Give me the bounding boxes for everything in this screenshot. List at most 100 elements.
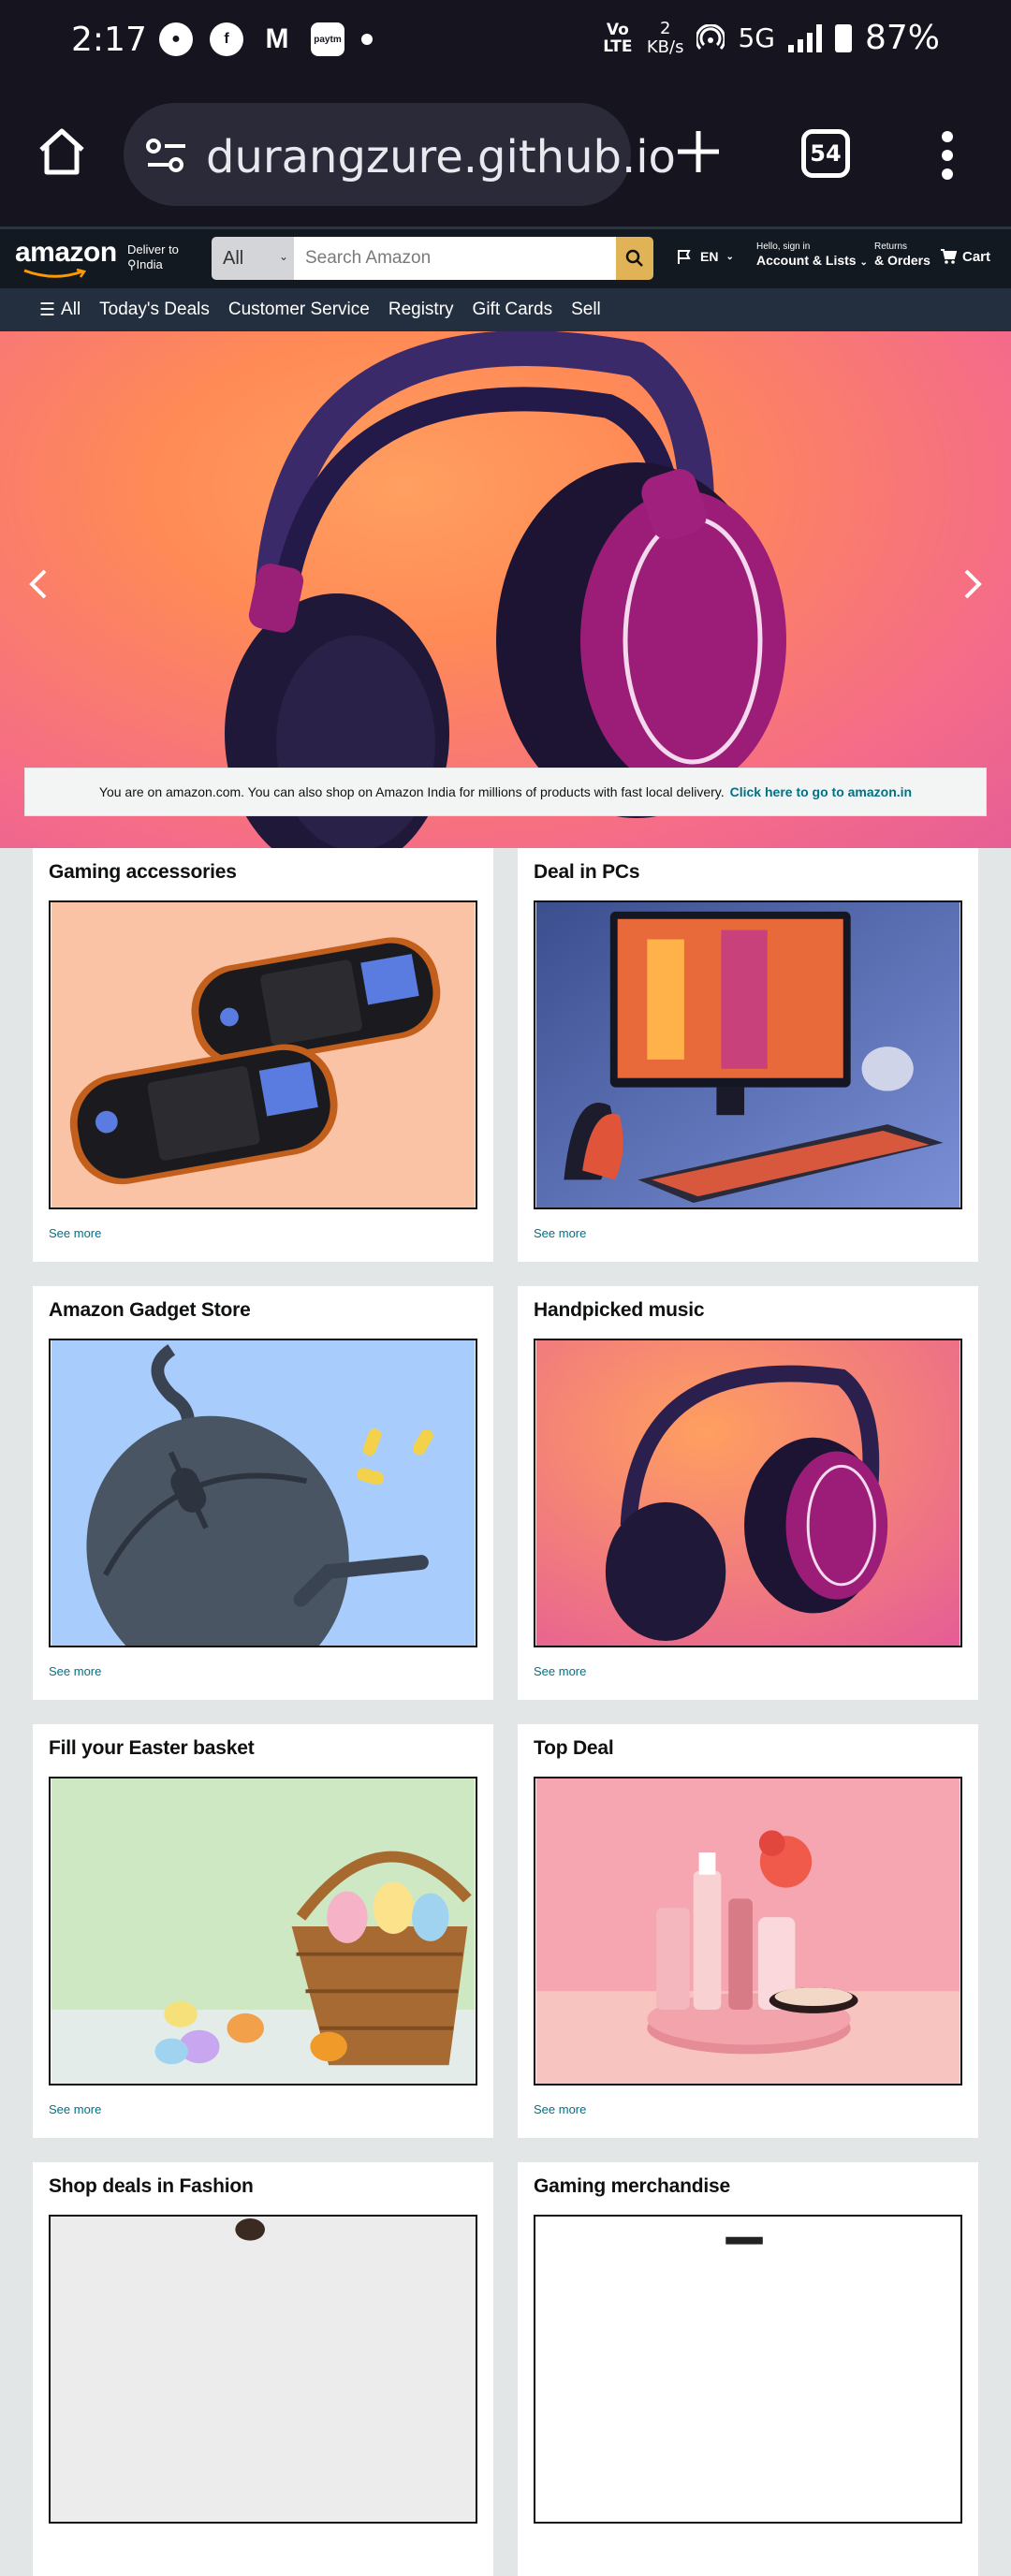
card-title: Top Deal: [534, 1737, 614, 1759]
region-notice: You are on amazon.com. You can also shop…: [24, 768, 987, 816]
card-title: Deal in PCs: [534, 861, 640, 883]
search-button[interactable]: [616, 237, 653, 280]
cart-icon: [941, 249, 957, 264]
notification-icons: ● f M paytm: [159, 22, 373, 56]
go-to-amazon-in-link[interactable]: Click here to go to amazon.in: [730, 784, 912, 799]
status-bar: 2:17 ● f M paytm Vo LTE 2 KB/s 5G 87%: [0, 0, 1011, 84]
easter-basket-image: [51, 1778, 476, 2084]
card-image[interactable]: [534, 1777, 962, 2086]
orders-label: & Orders: [874, 253, 930, 268]
location-pin-icon: ⚲: [127, 257, 137, 271]
amazon-subnav: ☰ All Today's Deals Customer Service Reg…: [0, 288, 1011, 331]
network-speed: 2 KB/s: [646, 18, 684, 57]
card-image[interactable]: [534, 1339, 962, 1647]
card-shop-deals-fashion: Shop deals in Fashion: [33, 2162, 493, 2576]
see-more-link[interactable]: See more: [49, 1226, 101, 1240]
see-more-link[interactable]: See more: [534, 1226, 586, 1240]
amazon-smile-icon: [23, 269, 87, 278]
more-menu-icon[interactable]: [938, 131, 957, 180]
returns-label: Returns: [874, 242, 908, 252]
subnav-customer-service[interactable]: Customer Service: [228, 300, 370, 320]
hotspot-icon: [696, 23, 725, 50]
card-gaming-accessories: Gaming accessories See more: [33, 848, 493, 1262]
search-input[interactable]: [294, 237, 616, 280]
card-handpicked-music: Handpicked music See more: [518, 1286, 978, 1700]
card-image[interactable]: [49, 900, 477, 1209]
site-settings-icon[interactable]: [144, 133, 189, 178]
account-greeting: Hello, sign in: [756, 242, 811, 252]
cart-button[interactable]: Cart: [940, 248, 990, 265]
all-label: All: [61, 300, 81, 319]
amazon-logo[interactable]: amazon: [15, 237, 117, 269]
new-tab-icon[interactable]: [672, 125, 725, 178]
see-more-link[interactable]: See more: [534, 1664, 586, 1678]
network-type: 5G: [738, 22, 775, 53]
card-amazon-gadget-store: Amazon Gadget Store See more: [33, 1286, 493, 1700]
speed-unit: KB/s: [646, 37, 684, 57]
status-time: 2:17: [71, 21, 147, 59]
card-title: Gaming merchandise: [534, 2175, 730, 2197]
system-icons: Vo LTE 2 KB/s 5G 87%: [602, 19, 940, 57]
card-gaming-merchandise: Gaming merchandise: [518, 2162, 978, 2576]
amazon-header: amazon Deliver to ⚲India All ⌄ EN ⌄ Hell…: [0, 227, 1011, 288]
all-menu-button[interactable]: ☰ All: [39, 300, 81, 321]
card-top-deal: Top Deal See more: [518, 1724, 978, 2138]
subnav-gift-cards[interactable]: Gift Cards: [473, 300, 553, 320]
card-title: Handpicked music: [534, 1299, 705, 1321]
see-more-link[interactable]: See more: [534, 2102, 586, 2116]
carousel-prev-icon[interactable]: [21, 565, 58, 603]
flag-icon: [678, 250, 691, 264]
mouse-image: [51, 1340, 476, 1646]
card-deal-in-pcs: Deal in PCs See more: [518, 848, 978, 1262]
subnav-registry[interactable]: Registry: [388, 300, 454, 320]
account-lists[interactable]: Hello, sign in Account & Lists ⌄: [756, 241, 868, 270]
deliver-to[interactable]: Deliver to ⚲India: [127, 242, 179, 272]
hero-carousel[interactable]: You are on amazon.com. You can also shop…: [0, 331, 1011, 848]
search-category-value: All: [223, 248, 244, 269]
card-title: Gaming accessories: [49, 861, 237, 883]
cosmetics-image: [535, 1778, 960, 2084]
card-image[interactable]: [534, 900, 962, 1209]
gmail-icon: M: [265, 23, 289, 54]
subnav-sell[interactable]: Sell: [571, 300, 601, 320]
home-icon[interactable]: [36, 125, 88, 178]
see-more-link[interactable]: See more: [49, 1664, 101, 1678]
battery-percent: 87%: [864, 19, 940, 57]
card-image[interactable]: [49, 1339, 477, 1647]
deliver-location: India: [136, 257, 163, 271]
bag-icon: ●: [159, 22, 193, 56]
gaming-merch-image: [535, 2217, 960, 2522]
speed-value: 2: [659, 18, 671, 38]
returns-orders[interactable]: Returns & Orders: [874, 241, 930, 267]
subnav-todays-deals[interactable]: Today's Deals: [99, 300, 210, 320]
chevron-down-icon: ⌄: [725, 251, 734, 262]
card-image[interactable]: [49, 1777, 477, 2086]
deliver-label: Deliver to: [127, 242, 179, 256]
dot-icon: [361, 34, 373, 45]
see-more-link[interactable]: See more: [49, 2102, 101, 2116]
browser-toolbar: durangzure.github.io 54: [0, 84, 1011, 227]
language-code: EN: [700, 249, 719, 264]
headphones-image: [535, 1340, 960, 1646]
address-bar[interactable]: durangzure.github.io: [124, 103, 676, 206]
volte-indicator: Vo LTE: [603, 20, 633, 56]
url-text[interactable]: durangzure.github.io: [206, 131, 676, 183]
card-title: Shop deals in Fashion: [49, 2175, 254, 2197]
carousel-next-icon[interactable]: [953, 565, 990, 603]
search-category-select[interactable]: All ⌄: [212, 237, 294, 280]
search-icon: [625, 249, 643, 267]
language-selector[interactable]: EN ⌄: [676, 248, 734, 265]
region-notice-text: You are on amazon.com. You can also shop…: [98, 784, 725, 799]
card-image[interactable]: [534, 2215, 962, 2524]
card-image[interactable]: [49, 2215, 477, 2524]
tab-switcher-button[interactable]: 54: [801, 129, 850, 178]
hamburger-icon: ☰: [39, 300, 56, 320]
chevron-down-icon: ⌄: [278, 250, 288, 263]
cart-label: Cart: [962, 248, 991, 265]
facebook-icon: f: [210, 22, 243, 56]
search-bar: All ⌄: [212, 237, 653, 280]
card-title: Amazon Gadget Store: [49, 1299, 251, 1321]
card-easter-basket: Fill your Easter basket See more: [33, 1724, 493, 2138]
handheld-consoles-image: [51, 902, 476, 1208]
fashion-image: [51, 2217, 476, 2522]
